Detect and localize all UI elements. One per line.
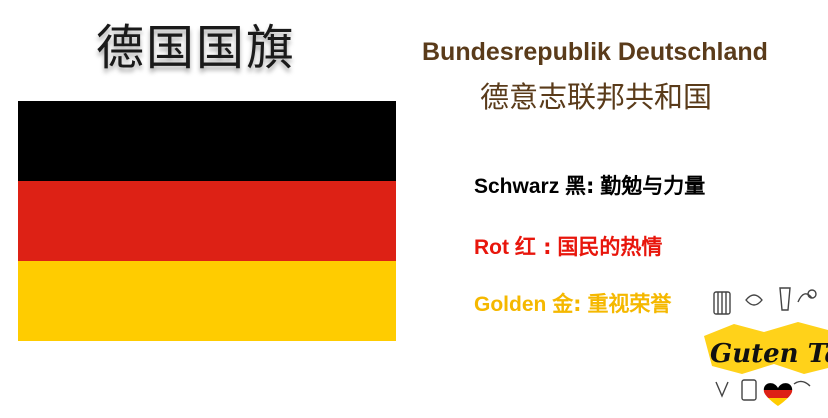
german-flag [18, 101, 396, 341]
meaning-zh: 金: [552, 292, 582, 316]
beer-glass-icon [779, 287, 791, 311]
meaning-black: Schwarz 黑: 勤勉与力量 [474, 170, 705, 200]
meaning-label: Rot [474, 236, 509, 259]
page-title: 德国国旗 [96, 20, 297, 76]
pennant-icon [715, 381, 729, 398]
guten-tag-badge: Guten Tag [704, 287, 828, 406]
meaning-text: 国民的热情 [557, 235, 663, 259]
meaning-text: 重视荣誉 [587, 292, 672, 316]
flag-stripe-red [18, 181, 396, 261]
meaning-label: Schwarz [474, 175, 560, 198]
meaning-zh: 红 : [514, 235, 552, 259]
flag-stripe-gold [18, 261, 396, 341]
doodle-icons [713, 287, 817, 315]
flag-stripe-black [18, 101, 396, 181]
pretzel-icon [745, 294, 763, 306]
meaning-red: Rot 红 : 国民的热情 [474, 231, 662, 261]
meaning-text: 勤勉与力量 [600, 174, 706, 198]
official-name-german: Bundesrepublik Deutschland [422, 38, 768, 66]
meaning-gold: Golden 金: 重视荣誉 [474, 288, 671, 318]
meaning-label: Golden [474, 293, 547, 316]
official-name-chinese: 德意志联邦共和国 [480, 80, 713, 114]
meaning-zh: 黑: [565, 174, 595, 198]
badge-text: Guten Tag [710, 339, 828, 369]
heart-flag-icon [763, 383, 793, 406]
